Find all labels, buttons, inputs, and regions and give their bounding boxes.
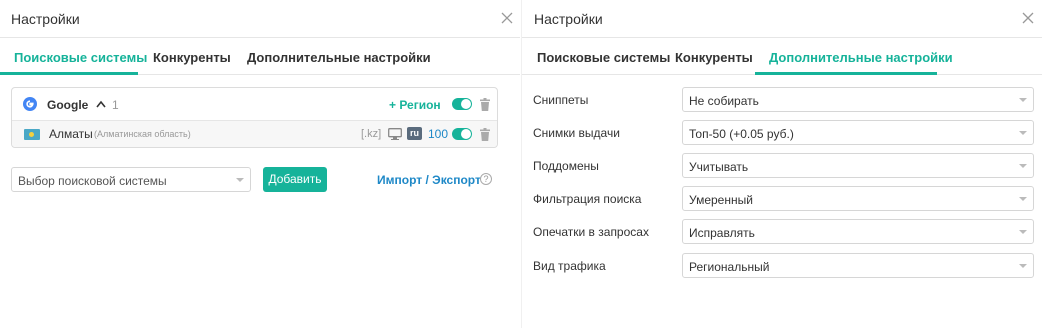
region-count: 1 <box>112 98 119 112</box>
language-badge[interactable]: ru <box>407 127 422 140</box>
chevron-down-icon <box>1019 164 1027 168</box>
import-link[interactable]: Импорт <box>377 173 422 187</box>
engine-toggle[interactable] <box>452 98 472 110</box>
serp-snapshots-label: Снимки выдачи <box>533 126 620 140</box>
help-icon[interactable]: ? <box>480 173 492 185</box>
panel-header: Настройки <box>0 0 520 38</box>
chevron-down-icon <box>1019 230 1027 234</box>
tab-competitors[interactable]: Конкуренты <box>153 50 231 65</box>
snippets-label: Сниппеты <box>533 93 589 107</box>
traffic-type-value: Региональный <box>689 260 770 274</box>
active-tab-indicator <box>755 72 937 75</box>
tabs: Поисковые системы Конкуренты Дополнитель… <box>0 38 520 75</box>
region-name: Алматы <box>49 127 93 141</box>
typos-value: Исправлять <box>689 226 755 240</box>
engine-card: Google 1 + Регион Алматы (Алматинская об… <box>11 87 498 148</box>
tab-search-engines[interactable]: Поисковые системы <box>14 50 147 65</box>
chevron-up-icon[interactable] <box>96 100 106 108</box>
active-tab-indicator <box>0 72 138 75</box>
traffic-type-select[interactable]: Региональный <box>682 253 1034 278</box>
panel-title: Настройки <box>534 11 603 27</box>
trash-icon[interactable] <box>479 98 491 111</box>
serp-snapshots-value: Топ-50 (+0.05 руб.) <box>689 127 794 141</box>
typos-select[interactable]: Исправлять <box>682 219 1034 244</box>
close-icon[interactable] <box>500 11 514 25</box>
tab-competitors[interactable]: Конкуренты <box>675 50 753 65</box>
kz-flag-icon <box>24 129 40 140</box>
tab-additional-settings[interactable]: Дополнительные настройки <box>247 50 431 65</box>
search-engine-select[interactable]: Выбор поисковой системы <box>11 167 251 192</box>
serp-snapshots-select[interactable]: Топ-50 (+0.05 руб.) <box>682 120 1034 145</box>
region-row: Алматы (Алматинская область) [.kz] ru 10… <box>12 121 497 147</box>
subdomains-value: Учитывать <box>689 160 749 174</box>
search-filter-value: Умеренный <box>689 193 753 207</box>
search-depth[interactable]: 100 <box>428 127 448 141</box>
search-filter-select[interactable]: Умеренный <box>682 186 1034 211</box>
snippets-select[interactable]: Не собирать <box>682 87 1034 112</box>
trash-icon[interactable] <box>479 128 491 141</box>
region-area: (Алматинская область) <box>94 129 191 139</box>
add-region-button[interactable]: + Регион <box>389 98 441 112</box>
import-export-links: Импорт / Экспорт <box>377 173 481 187</box>
chevron-down-icon <box>1019 98 1027 102</box>
google-icon <box>23 97 37 111</box>
search-engine-select-placeholder: Выбор поисковой системы <box>18 174 167 188</box>
chevron-down-icon <box>1019 197 1027 201</box>
panel-header: Настройки <box>522 0 1042 38</box>
export-link[interactable]: Экспорт <box>432 173 481 187</box>
engine-name: Google <box>47 98 89 112</box>
chevron-down-icon <box>1019 131 1027 135</box>
engine-row: Google 1 + Регион <box>12 88 497 121</box>
tabs: Поисковые системы Конкуренты Дополнитель… <box>522 38 1042 75</box>
snippets-value: Не собирать <box>689 94 759 108</box>
subdomains-label: Поддомены <box>533 159 599 173</box>
typos-label: Опечатки в запросах <box>533 225 649 239</box>
settings-panel-engines: Настройки Поисковые системы Конкуренты Д… <box>0 0 520 328</box>
region-toggle[interactable] <box>452 128 472 140</box>
chevron-down-icon <box>236 178 244 182</box>
subdomains-select[interactable]: Учитывать <box>682 153 1034 178</box>
region-domain: [.kz] <box>361 128 382 140</box>
search-filter-label: Фильтрация поиска <box>533 192 642 206</box>
chevron-down-icon <box>1019 264 1027 268</box>
close-icon[interactable] <box>1021 11 1035 25</box>
settings-panel-additional: Настройки Поисковые системы Конкуренты Д… <box>521 0 1042 328</box>
traffic-type-label: Вид трафика <box>533 259 606 273</box>
tab-search-engines[interactable]: Поисковые системы <box>537 50 670 65</box>
panel-title: Настройки <box>11 11 80 27</box>
desktop-icon[interactable] <box>388 128 402 140</box>
tab-additional-settings[interactable]: Дополнительные настройки <box>769 50 953 65</box>
add-button[interactable]: Добавить <box>263 167 327 192</box>
